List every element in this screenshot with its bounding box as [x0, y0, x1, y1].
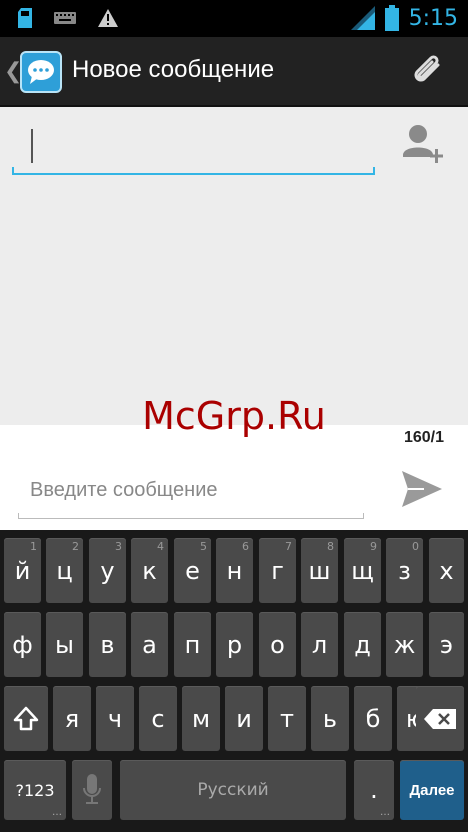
sd-card-icon	[18, 8, 32, 28]
symbols-key[interactable]: ?123…	[4, 760, 66, 820]
status-bar: 5:15	[0, 0, 468, 37]
status-left-icons	[18, 8, 118, 28]
status-right-icons: 5:15	[350, 5, 458, 31]
key-row1[interactable]: г7	[259, 538, 296, 603]
period-key[interactable]: .…	[354, 760, 394, 820]
battery-icon	[384, 5, 399, 31]
message-placeholder: Введите сообщение	[30, 479, 218, 501]
key-row3[interactable]: б	[354, 686, 392, 751]
signal-icon	[350, 6, 375, 30]
key-row2[interactable]: д	[344, 612, 381, 677]
status-time: 5:15	[408, 5, 458, 31]
key-row2[interactable]: э	[429, 612, 464, 677]
microphone-icon	[83, 774, 101, 804]
key-row2[interactable]: ы	[46, 612, 83, 677]
text-cursor	[31, 129, 33, 163]
character-counter: 160/1	[403, 429, 444, 446]
key-row1[interactable]: у3	[89, 538, 126, 603]
key-row3[interactable]: с	[139, 686, 177, 751]
action-bar: ❮ Новое сообщение	[0, 37, 468, 107]
keyboard-icon	[54, 12, 76, 24]
key-row2[interactable]: п	[174, 612, 211, 677]
space-key[interactable]: Русский	[120, 760, 346, 820]
key-row3[interactable]: и	[225, 686, 263, 751]
shift-icon	[13, 706, 39, 730]
messaging-app-icon[interactable]	[20, 51, 62, 93]
key-row1[interactable]: й1	[4, 538, 41, 603]
key-row3[interactable]: я	[53, 686, 91, 751]
send-icon[interactable]	[400, 469, 444, 509]
add-contact-icon[interactable]	[402, 123, 446, 167]
key-row1[interactable]: ц2	[46, 538, 83, 603]
key-row2[interactable]: ф	[4, 612, 41, 677]
warning-icon	[98, 9, 118, 27]
key-row1[interactable]: н6	[216, 538, 253, 603]
key-row1[interactable]: щ9	[344, 538, 381, 603]
page-title: Новое сообщение	[72, 56, 275, 83]
voice-input-key[interactable]	[72, 760, 112, 820]
key-row2[interactable]: а	[131, 612, 168, 677]
key-row1[interactable]: к4	[131, 538, 168, 603]
key-row1[interactable]: е5	[174, 538, 211, 603]
key-row1[interactable]: ш8	[301, 538, 338, 603]
key-row2[interactable]: в	[89, 612, 126, 677]
key-row2[interactable]: о	[259, 612, 296, 677]
key-row3[interactable]: ч	[96, 686, 134, 751]
key-row1[interactable]: з0	[386, 538, 423, 603]
key-row3[interactable]: т	[268, 686, 306, 751]
recipient-input[interactable]	[12, 119, 375, 175]
key-row1[interactable]: х	[429, 538, 464, 603]
compose-area: 160/1 Введите сообщение	[0, 425, 468, 530]
keyboard: й1 ц2 у3 к4 е5 н6 г7 ш8 щ9 з0 х ф ы в а …	[0, 530, 468, 832]
message-input[interactable]: Введите сообщение	[18, 469, 364, 519]
attach-paperclip-icon[interactable]	[408, 51, 448, 91]
key-row2[interactable]: р	[216, 612, 253, 677]
key-row2[interactable]: ж	[386, 612, 423, 677]
recipient-area	[0, 107, 468, 425]
key-row3[interactable]: ь	[311, 686, 349, 751]
backspace-key[interactable]	[416, 686, 464, 751]
backspace-icon	[424, 708, 456, 729]
enter-key[interactable]: Далее	[400, 760, 464, 820]
shift-key[interactable]	[4, 686, 48, 751]
key-row3[interactable]: м	[182, 686, 220, 751]
key-row2[interactable]: л	[301, 612, 338, 677]
